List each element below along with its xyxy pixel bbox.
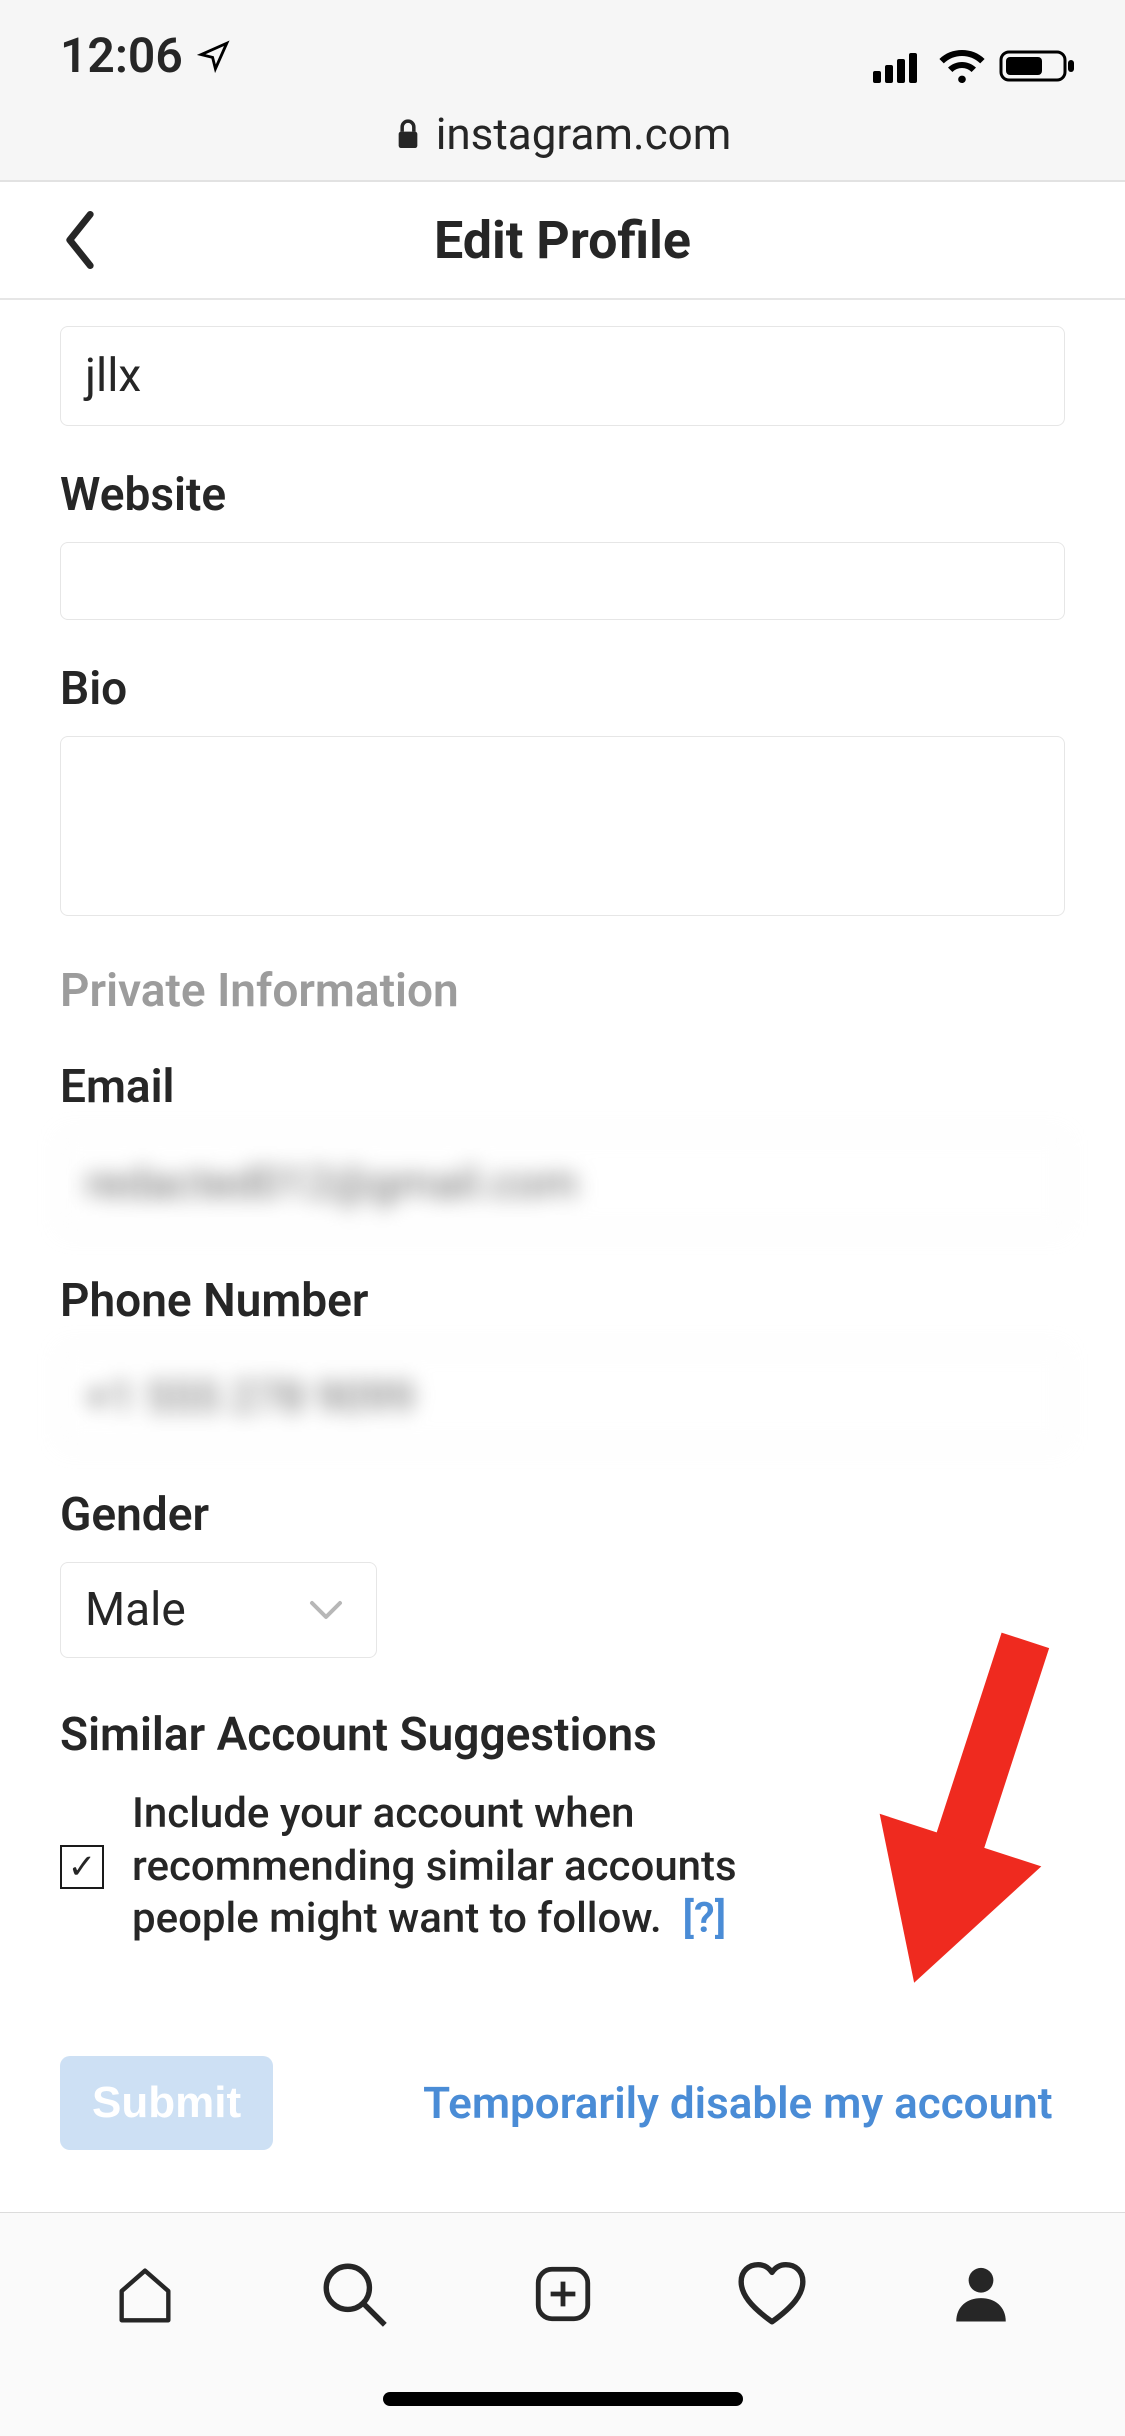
battery-icon (999, 48, 1077, 84)
bio-label: Bio (60, 662, 1065, 716)
email-input[interactable]: redacted012@gmail.com (60, 1134, 1065, 1232)
similar-suggestions-checkbox[interactable]: ✓ (60, 1845, 104, 1889)
phone-label: Phone Number (60, 1274, 1065, 1328)
website-input[interactable] (60, 542, 1065, 620)
similar-suggestions-text: Include your account when recommending s… (132, 1788, 772, 1946)
status-time: 12:06 (60, 27, 183, 84)
chevron-down-icon (306, 1590, 346, 1630)
page-header: Edit Profile (0, 182, 1125, 300)
back-button[interactable] (50, 210, 110, 270)
tab-new-post[interactable] (523, 2254, 603, 2334)
location-icon (197, 39, 231, 73)
bio-input[interactable] (60, 736, 1065, 916)
temporarily-disable-link[interactable]: Temporarily disable my account (423, 2077, 1052, 2129)
private-info-heading: Private Information (60, 964, 1065, 1018)
lock-icon (394, 117, 422, 151)
home-indicator[interactable] (383, 2392, 743, 2406)
gender-label: Gender (60, 1488, 1065, 1542)
home-indicator-area (0, 2374, 1125, 2436)
wifi-icon (937, 48, 987, 84)
gender-value: Male (85, 1583, 186, 1637)
browser-domain: instagram.com (436, 108, 732, 160)
email-label: Email (60, 1060, 1065, 1114)
status-bar: 12:06 (0, 0, 1125, 88)
phone-input[interactable]: +1 555 278 9099 (60, 1348, 1065, 1446)
check-icon: ✓ (68, 1850, 97, 1884)
gender-select[interactable]: Male (60, 1562, 377, 1658)
username-input[interactable]: jllx (60, 326, 1065, 426)
edit-profile-form: jllx Website Bio Private Information Ema… (0, 300, 1125, 2212)
browser-url-bar[interactable]: instagram.com (0, 88, 1125, 182)
tab-profile[interactable] (941, 2254, 1021, 2334)
page-title: Edit Profile (434, 210, 691, 271)
help-link[interactable]: [?] (683, 1894, 727, 1943)
cellular-icon (873, 49, 925, 83)
tab-home[interactable] (105, 2254, 185, 2334)
tab-bar (0, 2212, 1125, 2374)
tab-activity[interactable] (732, 2254, 812, 2334)
tab-search[interactable] (314, 2254, 394, 2334)
similar-suggestions-label: Similar Account Suggestions (60, 1708, 1065, 1762)
submit-button[interactable]: Submit (60, 2056, 273, 2150)
website-label: Website (60, 468, 1065, 522)
